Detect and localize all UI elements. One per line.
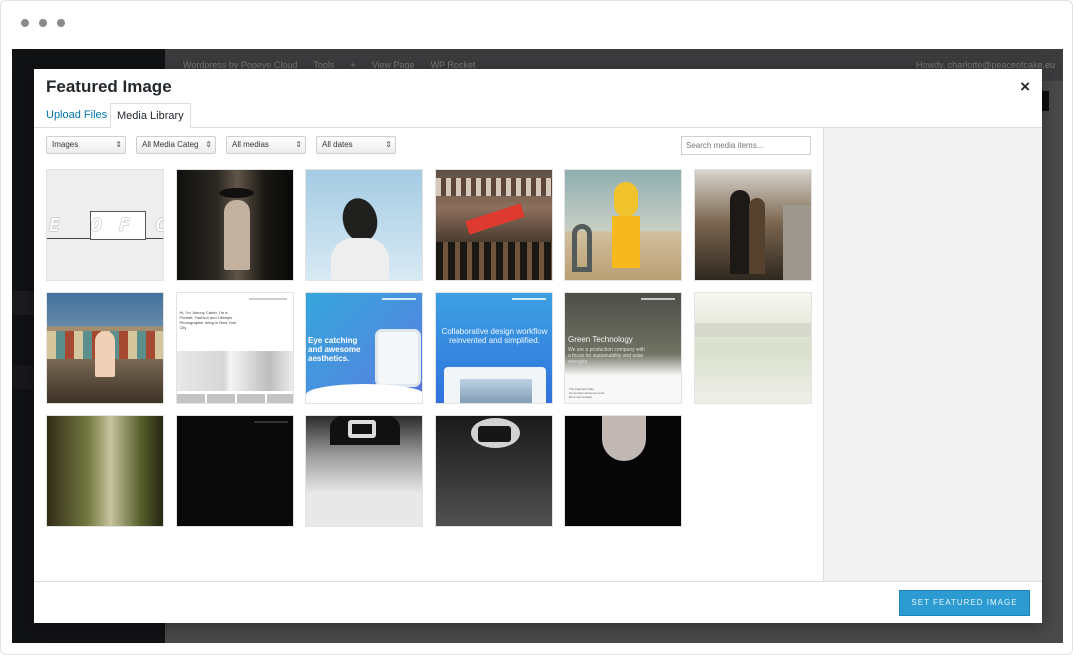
modal-footer: SET FEATURED IMAGE bbox=[34, 581, 1042, 623]
media-thumbnail-camera-woman[interactable] bbox=[434, 415, 553, 527]
media-thumbnail-portrait[interactable] bbox=[564, 415, 682, 527]
media-thumbnail-logo[interactable]: E O F C bbox=[46, 169, 164, 281]
search-media-input[interactable] bbox=[681, 136, 811, 155]
medias-filter[interactable]: All medias bbox=[226, 136, 306, 154]
modal-title: Featured Image bbox=[46, 77, 172, 96]
browser-window: Wordpress by Popeye Cloud Tools + View P… bbox=[0, 0, 1073, 655]
date-filter[interactable]: All dates bbox=[316, 136, 396, 154]
modal-tabs: Upload Files Media Library bbox=[34, 103, 1042, 129]
media-thumbnail-woman-hat[interactable] bbox=[175, 169, 294, 281]
media-thumbnail-landscape[interactable] bbox=[693, 292, 812, 404]
media-grid: C E O F C A E O F C bbox=[46, 169, 812, 527]
featured-image-modal: Featured Image × Upload Files Media Libr… bbox=[34, 69, 1042, 623]
tab-media-library[interactable]: Media Library bbox=[110, 103, 191, 129]
media-thumbnail-camera[interactable] bbox=[305, 415, 423, 527]
maximize-window-dot-icon[interactable] bbox=[57, 19, 65, 27]
tab-upload-files[interactable]: Upload Files bbox=[40, 103, 113, 128]
media-thumbnail-green-technology[interactable]: Green Technology We are a production com… bbox=[564, 292, 682, 404]
close-icon[interactable]: × bbox=[1020, 77, 1030, 97]
media-thumbnail-eye-catching[interactable]: Eye catching and awesome aesthetics. bbox=[305, 292, 423, 404]
attachment-details-panel bbox=[823, 128, 1042, 581]
media-category-filter[interactable]: All Media Categ bbox=[136, 136, 216, 154]
minimize-window-dot-icon[interactable] bbox=[39, 19, 47, 27]
media-thumbnail-portfolio-page[interactable]: Hi, I'm Johnny Carter, I'm a Portrait, F… bbox=[175, 292, 294, 404]
media-thumbnail-graffiti[interactable] bbox=[46, 292, 164, 404]
media-thumbnail-collaborative[interactable]: Collaborative design workflow reinvented… bbox=[434, 292, 553, 404]
media-type-filter[interactable]: Images bbox=[46, 136, 126, 154]
media-thumbnail-woman-hair[interactable] bbox=[305, 169, 423, 281]
media-thumbnail-yellow-outfit[interactable] bbox=[564, 169, 682, 281]
media-thumbnail-rooftop[interactable] bbox=[693, 169, 812, 281]
window-controls bbox=[21, 19, 65, 27]
media-library-content: Images All Media Categ All medias All da… bbox=[34, 128, 823, 581]
media-thumbnail-record-store[interactable] bbox=[434, 169, 553, 281]
set-featured-image-button[interactable]: SET FEATURED IMAGE bbox=[899, 590, 1030, 616]
media-thumbnail-dark-page[interactable] bbox=[175, 415, 294, 527]
close-window-dot-icon[interactable] bbox=[21, 19, 29, 27]
media-thumbnail-forest[interactable] bbox=[46, 415, 164, 527]
